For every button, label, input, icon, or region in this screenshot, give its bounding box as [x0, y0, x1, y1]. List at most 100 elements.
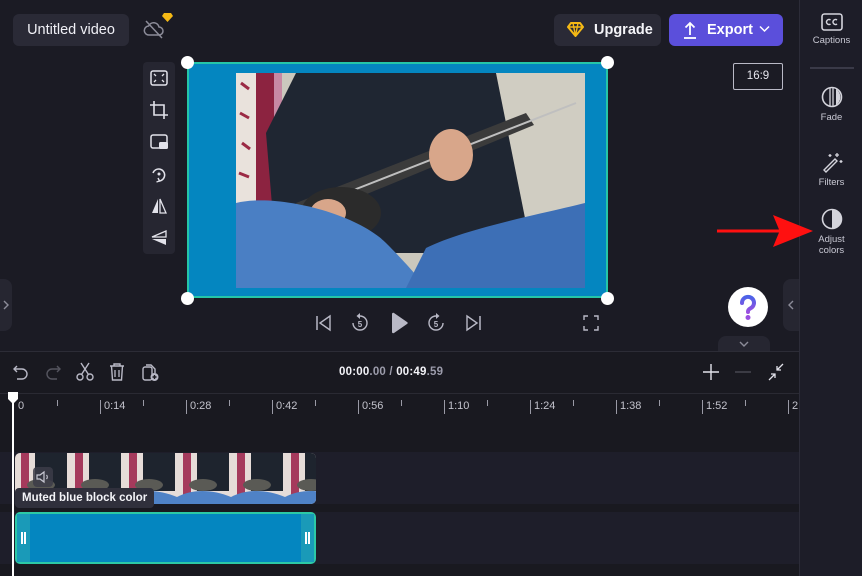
time-ruler[interactable]: 0 0:14 0:28 0:42 0:56 1:10 1:24 1:38 1:52 2 — [0, 393, 799, 419]
ruler-minor-tick — [659, 400, 660, 406]
forward-5-icon[interactable]: 5 — [426, 313, 446, 333]
sidebar-item-filters[interactable]: Filters — [800, 151, 862, 188]
ruler-label: 0:14 — [104, 400, 126, 412]
ruler-label: 0:56 — [362, 400, 384, 412]
upload-icon — [684, 21, 696, 39]
rewind-5-icon[interactable]: 5 — [350, 313, 370, 333]
magic-wand-icon — [822, 153, 842, 173]
skip-to-start-icon[interactable] — [315, 314, 333, 332]
ruler-label: 1:52 — [706, 400, 728, 412]
ruler-minor-tick — [401, 400, 402, 406]
ruler-minor-tick — [57, 400, 58, 406]
sidebar-label-adjust: Adjust — [818, 234, 845, 245]
ruler-minor-tick — [143, 400, 144, 406]
trash-icon[interactable] — [107, 362, 127, 382]
current-time: 00:00 — [339, 366, 370, 378]
ruler-major-tick — [702, 400, 703, 414]
expand-left-panel-button[interactable] — [0, 279, 12, 331]
sidebar-item-captions[interactable]: Captions — [800, 13, 862, 46]
fit-screen-icon[interactable] — [148, 67, 170, 89]
total-time-fraction: .59 — [426, 366, 444, 378]
play-icon[interactable] — [389, 312, 409, 334]
project-title-button[interactable]: Untitled video — [13, 14, 129, 46]
sidebar-item-fade[interactable]: Fade — [800, 86, 862, 123]
flip-horizontal-icon[interactable] — [148, 195, 170, 217]
annotation-arrow-icon — [717, 215, 813, 247]
scissors-icon[interactable] — [75, 362, 95, 382]
chevron-down-icon — [739, 341, 749, 347]
resize-handle-bottom-left[interactable] — [181, 292, 194, 305]
ruler-label: 1:38 — [620, 400, 642, 412]
collapse-right-panel-button[interactable] — [783, 279, 799, 331]
rotate-icon[interactable] — [148, 163, 170, 185]
sidebar-divider — [810, 67, 854, 69]
sidebar-label-colors: colors — [818, 245, 845, 256]
current-time-fraction: .00 — [369, 366, 387, 378]
export-button[interactable]: Export — [669, 14, 783, 46]
clip-tooltip: Muted blue block color — [15, 488, 155, 508]
ruler-label: 2 — [792, 400, 799, 412]
flip-vertical-icon[interactable] — [148, 227, 170, 249]
video-frame — [236, 73, 585, 288]
timecode-display: 00:00.00 / 00:49.59 — [339, 366, 443, 378]
ruler-minor-tick — [315, 400, 316, 406]
trim-handle-left[interactable] — [17, 514, 30, 562]
help-button[interactable] — [728, 287, 768, 327]
duplicate-icon[interactable] — [140, 362, 160, 382]
ruler-major-tick — [616, 400, 617, 414]
canvas-toolbar — [143, 62, 175, 254]
playhead[interactable] — [12, 398, 14, 576]
undo-icon[interactable] — [11, 362, 31, 382]
forward-seconds: 5 — [434, 320, 439, 329]
ruler-major-tick — [272, 400, 273, 414]
crop-icon[interactable] — [148, 99, 170, 121]
aspect-ratio-button[interactable]: 16:9 — [733, 63, 783, 90]
preview-canvas[interactable] — [187, 62, 608, 298]
fullscreen-icon[interactable] — [583, 315, 599, 331]
ruler-major-tick — [358, 400, 359, 414]
resize-handle-bottom-right[interactable] — [601, 292, 614, 305]
zoom-in-icon[interactable] — [701, 362, 721, 382]
playhead-handle[interactable] — [7, 391, 19, 405]
timeline-toggle-button[interactable] — [718, 336, 770, 352]
diamond-icon — [567, 22, 584, 37]
filmstrip-frame — [177, 453, 231, 504]
ruler-major-tick — [530, 400, 531, 414]
sidebar-label-fade: Fade — [820, 112, 843, 123]
chevron-right-icon — [3, 300, 9, 310]
resize-handle-top-right[interactable] — [601, 56, 614, 69]
ruler-minor-tick — [745, 400, 746, 406]
fit-timeline-icon[interactable] — [766, 362, 786, 382]
diamond-icon — [162, 13, 173, 22]
trim-handle-right[interactable] — [301, 514, 314, 562]
upgrade-button[interactable]: Upgrade — [554, 14, 661, 46]
zoom-out-icon[interactable] — [733, 362, 753, 382]
redo-icon[interactable] — [43, 362, 63, 382]
cc-icon — [820, 13, 843, 31]
sidebar-label-captions: Captions — [812, 35, 851, 46]
sidebar-label-filters: Filters — [818, 177, 845, 188]
ruler-label: 1:24 — [534, 400, 556, 412]
right-sidebar: Captions Fade Filters Adjust colors — [799, 0, 862, 576]
ruler-label: 0:42 — [276, 400, 298, 412]
rewind-seconds: 5 — [358, 320, 363, 329]
color-block-clip[interactable] — [15, 512, 316, 564]
muted-speaker-icon[interactable] — [33, 467, 53, 487]
question-mark-icon — [739, 294, 756, 320]
ruler-label: 0:28 — [190, 400, 212, 412]
guitar-video-thumbnail — [236, 73, 585, 288]
resize-handle-top-left[interactable] — [181, 56, 194, 69]
filmstrip-frame — [285, 453, 316, 504]
ruler-major-tick — [100, 400, 101, 414]
contrast-icon — [821, 208, 842, 230]
filmstrip-frame — [231, 453, 285, 504]
ruler-major-tick — [186, 400, 187, 414]
export-label: Export — [707, 22, 753, 38]
pip-icon[interactable] — [148, 131, 170, 153]
total-time: 00:49 — [396, 366, 427, 378]
ruler-major-tick — [788, 400, 789, 414]
ruler-minor-tick — [229, 400, 230, 406]
ruler-major-tick — [444, 400, 445, 414]
skip-to-end-icon[interactable] — [464, 314, 482, 332]
chevron-left-icon — [788, 300, 794, 310]
